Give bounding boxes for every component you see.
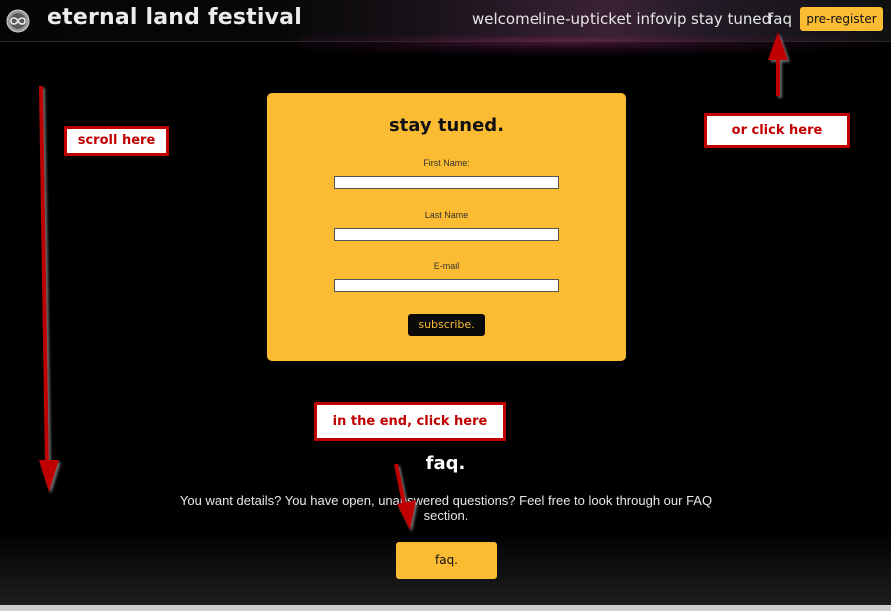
first-name-label: First Name: (423, 158, 470, 168)
email-label: E-mail (433, 261, 460, 271)
faq-button[interactable]: faq. (396, 542, 497, 579)
footer-strip (0, 605, 891, 611)
site-title[interactable]: eternal land festival (47, 5, 302, 30)
nav-vip[interactable]: vip (664, 10, 687, 28)
nav-ticket-info[interactable]: ticket info (590, 10, 664, 28)
nav-faq[interactable]: faq (768, 10, 792, 28)
click-nav-callout: or click here (704, 113, 850, 148)
stay-tuned-form: stay tuned. First Name: Last Name E-mail… (267, 93, 626, 361)
form-title: stay tuned. (388, 115, 505, 136)
scroll-arrow-icon (39, 85, 59, 492)
scroll-here-callout: scroll here (64, 126, 169, 156)
nav-stay-tuned[interactable]: stay tuned (691, 10, 771, 28)
faq-title: faq. (425, 453, 466, 474)
first-name-field[interactable] (334, 176, 559, 189)
infinity-globe-logo-icon[interactable] (6, 9, 30, 33)
email-field[interactable] (334, 279, 559, 292)
last-name-field[interactable] (334, 228, 559, 241)
click-end-callout: in the end, click here (314, 402, 506, 441)
nav-line-up[interactable]: line-up (538, 10, 590, 28)
last-name-label: Last Name (424, 210, 469, 220)
pre-register-button[interactable]: pre-register (800, 7, 883, 31)
subscribe-button[interactable]: subscribe. (408, 314, 485, 336)
nav-welcome[interactable]: welcome (472, 10, 539, 28)
header-fireworks-glow (300, 36, 891, 56)
faq-description: You want details? You have open, unanswe… (179, 493, 713, 523)
